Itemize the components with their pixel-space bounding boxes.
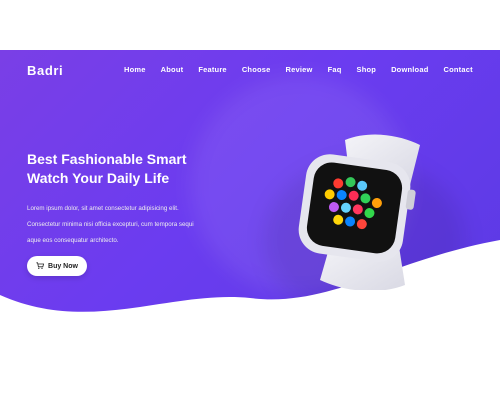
nav-item-faq[interactable]: Faq [328,65,342,74]
buy-now-label: Buy Now [48,262,78,270]
hero-section [0,50,500,350]
cart-icon [36,262,45,270]
smartwatch-image [298,134,420,290]
nav-item-contact[interactable]: Contact [444,65,473,74]
nav-item-feature[interactable]: Feature [198,65,227,74]
nav-item-download[interactable]: Download [391,65,428,74]
nav-item-home[interactable]: Home [124,65,146,74]
headline-line-1: Best Fashionable Smart [27,151,187,167]
headline-line-2: Watch Your Daily Life [27,170,170,186]
nav-item-shop[interactable]: Shop [357,65,377,74]
buy-now-button[interactable]: Buy Now [27,256,87,276]
nav-item-choose[interactable]: Choose [242,65,271,74]
nav-item-review[interactable]: Review [286,65,313,74]
hero-headline: Best Fashionable Smart Watch Your Daily … [27,150,227,188]
desc-line-1: Lorem ipsum dolor, sit amet consectetur … [27,205,179,212]
hero-description: Lorem ipsum dolor, sit amet consectetur … [27,201,242,249]
desc-line-3: aque eos consequatur architecto. [27,237,119,244]
main-nav: Home About Feature Choose Review Faq Sho… [124,65,473,74]
desc-line-2: Consectetur minima nisi officia exceptur… [27,221,194,228]
brand-logo[interactable]: Badri [27,63,63,78]
nav-item-about[interactable]: About [161,65,184,74]
